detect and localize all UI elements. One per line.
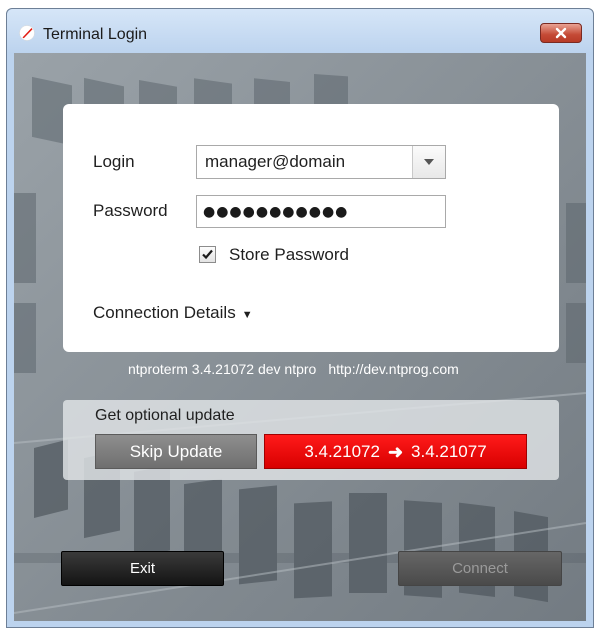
chevron-down-icon (424, 159, 434, 165)
window-title: Terminal Login (43, 26, 148, 43)
login-dropdown-button[interactable] (412, 146, 445, 178)
window-client-area: Login manager@domain Password Store Pass… (14, 53, 586, 621)
title-bar[interactable]: Terminal Login (7, 9, 593, 53)
update-title: Get optional update (95, 407, 235, 424)
close-button[interactable] (540, 23, 582, 43)
login-value: manager@domain (205, 152, 346, 171)
current-version: 3.4.21072 (304, 441, 380, 461)
login-form-card: Login manager@domain Password Store Pass… (63, 104, 559, 352)
arrow-right-icon: ➜ (387, 441, 404, 462)
exit-button[interactable]: Exit (61, 551, 224, 586)
version-text: ntproterm 3.4.21072 dev ntpro (128, 361, 317, 377)
website-url: http://dev.ntprog.com (328, 361, 459, 377)
skip-update-button[interactable]: Skip Update (95, 434, 257, 469)
password-label: Password (93, 201, 168, 220)
version-info: ntproterm 3.4.21072 dev ntpro http://dev.… (128, 361, 459, 377)
new-version: 3.4.21077 (411, 441, 487, 461)
close-icon (555, 27, 567, 39)
caret-down-icon: ▼ (241, 309, 253, 321)
update-panel: Get optional update Skip Update 3.4.2107… (63, 400, 559, 480)
connect-button[interactable]: Connect (398, 551, 562, 586)
store-password-label[interactable]: Store Password (229, 245, 349, 265)
checkmark-icon (202, 249, 213, 260)
install-update-button[interactable]: 3.4.21072 ➜ 3.4.21077 (264, 434, 527, 469)
password-field[interactable] (196, 195, 446, 228)
login-label: Login (93, 152, 135, 171)
app-logo-icon (19, 25, 35, 41)
login-combobox[interactable]: manager@domain (196, 145, 446, 179)
connection-details-toggle[interactable]: Connection Details ▼ (93, 303, 253, 323)
connection-details-label: Connection Details (93, 303, 236, 322)
store-password-checkbox[interactable] (199, 246, 216, 263)
login-window: Terminal Login Login manager@domain Pass… (6, 8, 594, 628)
